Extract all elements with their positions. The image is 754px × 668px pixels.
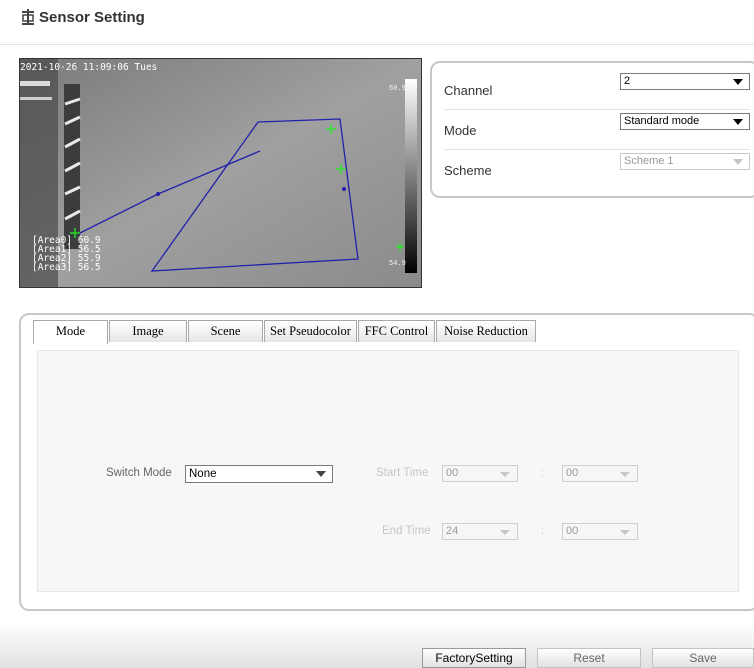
- area-temperature-list: [Area0] 60.9 [Area1] 56.5 [Area2] 55.9 […: [32, 236, 101, 273]
- start-hour-value: 00: [446, 467, 459, 479]
- mode-tab-content: Switch Mode None Start Time 00 : 00 End …: [37, 350, 739, 592]
- video-timestamp: 2021-10-26 11:09:06 Tues: [20, 62, 158, 73]
- start-time-label: Start Time: [376, 467, 429, 479]
- chevron-down-icon: [500, 472, 510, 477]
- scheme-select[interactable]: Scheme 1: [620, 153, 750, 170]
- time-separator: :: [541, 467, 545, 479]
- end-hour-value: 24: [446, 525, 459, 537]
- chevron-down-icon: [500, 530, 510, 535]
- end-time-label: End Time: [382, 525, 431, 537]
- tab-ffc-control[interactable]: FFC Control: [358, 320, 435, 342]
- tab-scene[interactable]: Scene: [188, 320, 263, 342]
- area-readout: [Area3] 56.5: [32, 262, 101, 273]
- tab-image[interactable]: Image: [109, 320, 187, 342]
- scheme-label: Scheme: [444, 163, 492, 178]
- chevron-down-icon: [733, 119, 743, 125]
- tab-mode[interactable]: Mode: [33, 320, 108, 344]
- chevron-down-icon: [620, 530, 630, 535]
- chevron-down-icon: [733, 159, 743, 165]
- chevron-down-icon: [316, 471, 326, 477]
- mode-value: Standard mode: [624, 115, 700, 127]
- channel-settings-panel: Channel 2 Mode Standard mode Scheme Sche…: [430, 61, 754, 198]
- page-header: Sensor Setting: [0, 0, 754, 45]
- switch-mode-label: Switch Mode: [106, 467, 172, 479]
- tab-set-pseudocolor[interactable]: Set Pseudocolor: [264, 320, 357, 342]
- time-separator: :: [541, 525, 545, 537]
- temp-min-label: 54.9: [389, 259, 406, 267]
- end-minute-select[interactable]: 00: [562, 523, 638, 540]
- reset-button[interactable]: Reset: [537, 648, 641, 668]
- divider: [444, 109, 750, 110]
- end-minute-value: 00: [566, 525, 579, 537]
- switch-mode-value: None: [189, 468, 217, 480]
- channel-label: Channel: [444, 83, 493, 98]
- footer-bar: FactorySetting Reset Save: [0, 622, 754, 668]
- chevron-down-icon: [620, 472, 630, 477]
- mode-select[interactable]: Standard mode: [620, 113, 750, 130]
- temperature-scale-bar: [405, 79, 417, 273]
- temp-max-label: 60.9: [389, 84, 406, 92]
- page-title: Sensor Setting: [39, 9, 145, 26]
- factory-setting-button[interactable]: FactorySetting: [422, 648, 526, 668]
- chevron-down-icon: [733, 79, 743, 85]
- scheme-value: Scheme 1: [624, 155, 674, 167]
- end-hour-select[interactable]: 24: [442, 523, 518, 540]
- channel-value: 2: [624, 75, 631, 87]
- start-minute-value: 00: [566, 467, 579, 479]
- divider: [444, 149, 750, 150]
- save-button[interactable]: Save: [652, 648, 754, 668]
- sensor-icon: [22, 9, 34, 25]
- shelf-object: [64, 84, 81, 249]
- tab-noise-reduction[interactable]: Noise Reduction: [436, 320, 536, 342]
- channel-select[interactable]: 2: [620, 73, 750, 90]
- thermal-video-preview[interactable]: 60.9 54.9 2021-10-26 11:09:06 Tues [Area…: [19, 58, 422, 288]
- config-panel: Mode Image Scene Set Pseudocolor FFC Con…: [19, 313, 754, 611]
- start-minute-select[interactable]: 00: [562, 465, 638, 482]
- mode-label: Mode: [444, 123, 477, 138]
- start-hour-select[interactable]: 00: [442, 465, 518, 482]
- switch-mode-select[interactable]: None: [185, 465, 333, 483]
